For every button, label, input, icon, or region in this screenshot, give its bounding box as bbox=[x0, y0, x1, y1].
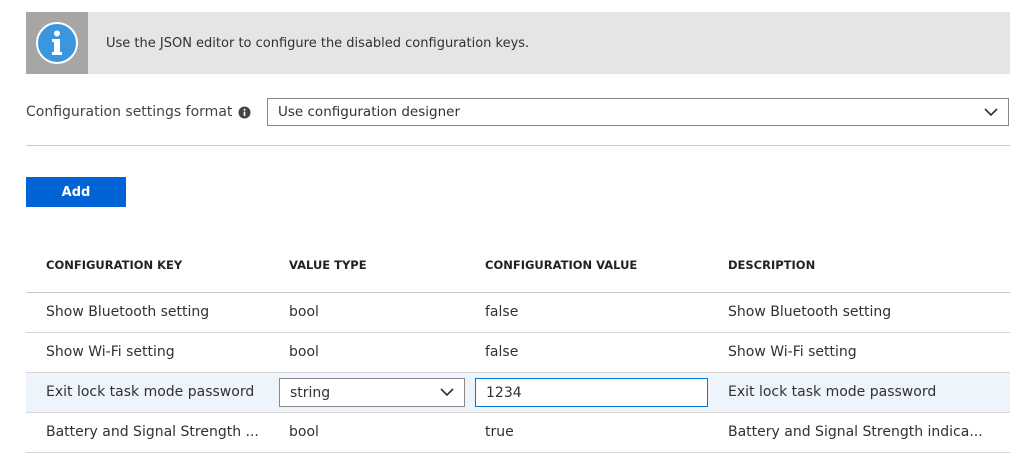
info-icon bbox=[36, 22, 78, 64]
cell-key: Battery and Signal Strength ... bbox=[46, 424, 259, 440]
format-label-group: Configuration settings format bbox=[26, 104, 251, 120]
table-row[interactable]: Show Bluetooth setting bool false Show B… bbox=[26, 293, 1010, 333]
format-dropdown[interactable]: Use configuration designer bbox=[267, 98, 1009, 126]
add-button[interactable]: Add bbox=[26, 177, 126, 207]
info-banner: Use the JSON editor to configure the dis… bbox=[26, 12, 1010, 74]
banner-icon-box bbox=[26, 12, 88, 74]
configuration-table: CONFIGURATION KEY VALUE TYPE CONFIGURATI… bbox=[26, 245, 1010, 453]
value-type-dropdown-value: string bbox=[290, 384, 331, 401]
cell-description: Battery and Signal Strength indica... bbox=[728, 424, 983, 440]
value-type-dropdown[interactable]: string bbox=[279, 378, 465, 407]
header-description[interactable]: DESCRIPTION bbox=[728, 258, 815, 272]
header-configuration-key[interactable]: CONFIGURATION KEY bbox=[46, 258, 182, 272]
cell-description: Show Wi-Fi setting bbox=[728, 344, 857, 360]
cell-value: false bbox=[485, 344, 519, 360]
cell-description: Show Bluetooth setting bbox=[728, 304, 892, 320]
table-header: CONFIGURATION KEY VALUE TYPE CONFIGURATI… bbox=[26, 245, 1010, 293]
info-circle-icon[interactable] bbox=[238, 106, 251, 119]
configuration-value-input[interactable] bbox=[475, 378, 708, 407]
header-configuration-value[interactable]: CONFIGURATION VALUE bbox=[485, 258, 637, 272]
banner-message: Use the JSON editor to configure the dis… bbox=[106, 35, 530, 51]
cell-value: true bbox=[485, 424, 514, 440]
section-divider bbox=[26, 145, 1010, 146]
table-row[interactable]: Show Wi-Fi setting bool false Show Wi-Fi… bbox=[26, 333, 1010, 373]
cell-description: Exit lock task mode password bbox=[728, 384, 937, 400]
cell-value: false bbox=[485, 304, 519, 320]
chevron-down-icon bbox=[984, 107, 998, 116]
cell-key: Show Bluetooth setting bbox=[46, 304, 210, 320]
table-row-selected[interactable]: Exit lock task mode password string Exit… bbox=[26, 373, 1010, 413]
format-label: Configuration settings format bbox=[26, 104, 233, 120]
cell-type: bool bbox=[289, 304, 319, 320]
cell-key: Show Wi-Fi setting bbox=[46, 344, 175, 360]
cell-key: Exit lock task mode password bbox=[46, 384, 255, 400]
cell-type: bool bbox=[289, 424, 319, 440]
chevron-down-icon bbox=[440, 388, 454, 397]
format-dropdown-value: Use configuration designer bbox=[278, 104, 460, 120]
cell-type: bool bbox=[289, 344, 319, 360]
table-row[interactable]: Battery and Signal Strength ... bool tru… bbox=[26, 413, 1010, 453]
header-value-type[interactable]: VALUE TYPE bbox=[289, 258, 367, 272]
